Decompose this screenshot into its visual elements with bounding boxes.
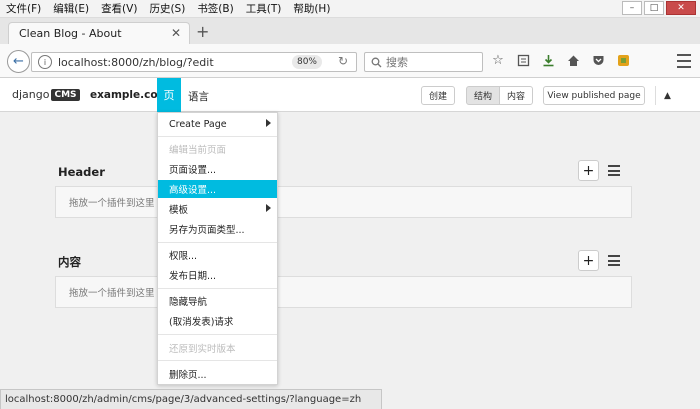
info-icon[interactable]: i [38, 55, 52, 69]
menu-edit[interactable]: 编辑(E) [47, 1, 95, 16]
menu-item-permissions[interactable]: 权限... [158, 246, 277, 264]
extension-icon[interactable] [615, 52, 631, 68]
menu-item-label: 页面设置... [169, 165, 217, 176]
menu-item-label: 隐藏导航 [169, 297, 208, 308]
menu-divider [158, 136, 277, 137]
menu-item-save-as-page-type[interactable]: 另存为页面类型... [158, 220, 277, 238]
pocket-icon[interactable] [590, 52, 606, 68]
download-icon[interactable] [540, 52, 556, 68]
menu-item-page-settings[interactable]: 页面设置... [158, 160, 277, 178]
menu-tools[interactable]: 工具(T) [240, 1, 288, 16]
search-icon [371, 57, 382, 67]
collapse-toolbar-icon[interactable]: ▲ [655, 86, 679, 105]
menu-history[interactable]: 历史(S) [143, 1, 191, 16]
page-dropdown-menu: Create Page 编辑当前页面 页面设置... 高级设置... 模板 另存… [157, 112, 278, 385]
submenu-arrow-icon [266, 119, 271, 127]
page-content [0, 78, 700, 409]
view-published-button[interactable]: View published page [543, 86, 645, 105]
navigation-bar: ← i localhost:8000/zh/blog/?edit 80% ↻ ☆ [0, 44, 700, 78]
toolbar-icons: ☆ [490, 52, 631, 68]
reload-icon[interactable]: ↻ [338, 54, 348, 68]
logo-badge: CMS [51, 88, 80, 101]
tab-title: Clean Blog - About [19, 27, 122, 40]
menu-help[interactable]: 帮助(H) [287, 1, 336, 16]
menu-item-label: 高级设置... [169, 185, 217, 196]
submenu-arrow-icon [266, 204, 271, 212]
menu-item-templates[interactable]: 模板 [158, 200, 277, 218]
close-window-button[interactable]: ✕ [666, 1, 696, 15]
menu-divider [158, 288, 277, 289]
menu-item-publishing-dates[interactable]: 发布日期... [158, 266, 277, 284]
placeholder-dropzone-content[interactable]: 拖放一个插件到这里 [55, 276, 632, 308]
menu-divider [158, 360, 277, 361]
placeholder-menu-icon[interactable] [608, 165, 620, 176]
new-tab-icon[interactable]: + [196, 22, 209, 41]
content-mode-button[interactable]: 内容 [499, 86, 533, 105]
menu-view[interactable]: 查看(V) [95, 1, 143, 16]
address-bar[interactable]: i localhost:8000/zh/blog/?edit 80% ↻ [31, 52, 357, 72]
menu-item-label: 另存为页面类型... [169, 225, 245, 236]
add-plugin-icon[interactable]: + [578, 250, 599, 271]
structure-mode-button[interactable]: 结构 [466, 86, 500, 105]
back-arrow-icon[interactable]: ← [7, 50, 30, 73]
placeholder-dropzone-header[interactable]: 拖放一个插件到这里 [55, 186, 632, 218]
create-button[interactable]: 创建 [421, 86, 455, 105]
menu-item-label: 权限... [169, 251, 198, 262]
cms-toolbar: django CMS example.com 页 语言 创建 结构 内容 Vie… [0, 78, 700, 112]
menu-bookmarks[interactable]: 书签(B) [191, 1, 239, 16]
browser-tab[interactable]: Clean Blog - About ✕ [8, 22, 190, 44]
search-bar[interactable] [364, 52, 483, 72]
reading-list-icon[interactable] [515, 52, 531, 68]
menu-item-revert-to-live: 还原到实时版本 [158, 339, 277, 357]
menu-item-label: (取消发表)请求 [169, 317, 234, 328]
menu-divider [158, 242, 277, 243]
zoom-indicator[interactable]: 80% [291, 55, 322, 69]
add-plugin-icon[interactable]: + [578, 160, 599, 181]
menu-item-label: 发布日期... [169, 271, 217, 282]
menu-item-label: Create Page [169, 118, 227, 130]
menu-item-label: 模板 [169, 205, 189, 216]
url-text[interactable]: localhost:8000/zh/blog/?edit [58, 56, 214, 69]
menu-file[interactable]: 文件(F) [0, 1, 47, 16]
search-input[interactable] [386, 55, 474, 69]
placeholder-title-header: Header [58, 165, 105, 179]
menu-divider [158, 334, 277, 335]
minimize-button[interactable]: – [622, 1, 642, 15]
menu-item-advanced-settings[interactable]: 高级设置... [158, 180, 277, 198]
menu-item-unpublish-request[interactable]: (取消发表)请求 [158, 312, 277, 330]
menu-item-label: 还原到实时版本 [169, 344, 236, 355]
maximize-button[interactable]: □ [644, 1, 664, 15]
window-controls: – □ ✕ [622, 1, 696, 15]
page-menu-button[interactable]: 页 [157, 78, 181, 112]
browser-menubar: 文件(F) 编辑(E) 查看(V) 历史(S) 书签(B) 工具(T) 帮助(H… [0, 0, 700, 18]
open-menu-icon[interactable] [677, 54, 691, 68]
menu-item-label: 编辑当前页面 [169, 145, 227, 156]
menu-item-create-page[interactable]: Create Page [158, 115, 277, 133]
language-menu[interactable]: 语言 [188, 89, 209, 104]
status-bar-url: localhost:8000/zh/admin/cms/page/3/advan… [0, 389, 382, 409]
home-icon[interactable] [565, 52, 581, 68]
placeholder-menu-icon[interactable] [608, 255, 620, 266]
logo-text: django [12, 88, 50, 101]
menu-item-delete-page[interactable]: 删除页... [158, 365, 277, 383]
django-cms-logo[interactable]: django CMS [12, 88, 80, 101]
menu-item-hide-in-navigation[interactable]: 隐藏导航 [158, 292, 277, 310]
menu-item-edit-page: 编辑当前页面 [158, 140, 277, 158]
placeholder-title-content: 内容 [58, 255, 81, 269]
tab-close-icon[interactable]: ✕ [171, 26, 181, 40]
tab-strip: Clean Blog - About ✕ + [0, 18, 700, 44]
menu-item-label: 删除页... [169, 370, 207, 381]
bookmark-star-icon[interactable]: ☆ [490, 52, 506, 68]
